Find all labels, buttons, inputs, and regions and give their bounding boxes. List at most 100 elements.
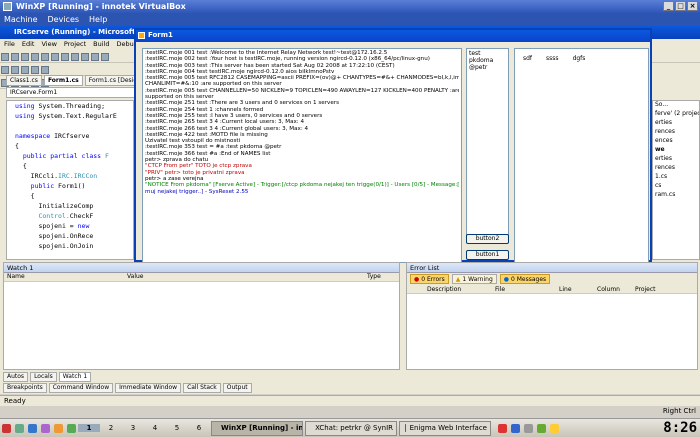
chat-log-textbox[interactable]: :testIRC.moje 001 test :Welcome to the I…	[142, 48, 462, 263]
cut-icon[interactable]	[41, 53, 49, 61]
task-enigma[interactable]: Enigma Web Interface	[399, 420, 491, 436]
solution-item[interactable]: cs	[653, 182, 699, 191]
solution-item[interactable]: ferve' (2 project	[653, 110, 699, 119]
err-col-column[interactable]: Column	[597, 286, 620, 293]
kde-menu-icon[interactable]	[2, 423, 11, 433]
button1[interactable]: button1	[466, 250, 509, 260]
close-button[interactable]: ×	[687, 1, 698, 11]
user-item[interactable]: @petr	[469, 64, 506, 71]
code-line: {	[15, 192, 35, 200]
copy-icon[interactable]	[51, 53, 59, 61]
list-item[interactable]: sdf	[523, 55, 532, 256]
solution-explorer[interactable]: So... ferve' (2 project erties rences en…	[652, 100, 700, 260]
browser-icon[interactable]	[28, 423, 37, 433]
tab-class1[interactable]: Class1.cs	[6, 75, 42, 86]
desktop-2[interactable]: 2	[100, 424, 122, 432]
vs-toolbar-right	[652, 51, 700, 63]
class-navigator[interactable]: IRCserve.Form1	[6, 87, 136, 98]
breakpoint-icon[interactable]	[41, 66, 49, 74]
vs-menu-edit[interactable]: Edit	[22, 40, 35, 50]
list-item[interactable]: dgfs	[573, 55, 586, 256]
watch-col-name[interactable]: Name	[4, 273, 124, 281]
pause-icon[interactable]	[101, 53, 109, 61]
minimize-button[interactable]: _	[663, 1, 674, 11]
menu-help[interactable]: Help	[89, 15, 107, 24]
save-icon[interactable]	[21, 53, 29, 61]
solution-item[interactable]: rences	[653, 128, 699, 137]
vs-menu-file[interactable]: File	[4, 40, 15, 50]
code-line: using System.Text.RegularE	[15, 112, 117, 120]
err-col-project[interactable]: Project	[635, 286, 656, 293]
open-icon[interactable]	[11, 53, 19, 61]
hex-icon[interactable]	[31, 66, 39, 74]
errors-filter-button[interactable]: ● 0 Errors	[410, 274, 449, 284]
file-list[interactable]: sdf ssss dgfs	[514, 48, 649, 263]
err-col-file[interactable]: File	[495, 286, 505, 293]
menu-devices[interactable]: Devices	[48, 15, 80, 24]
error-list-panel: Error List ● 0 Errors ▲ 1 Warning ● 0 Messa…	[406, 262, 698, 370]
button2[interactable]: button2	[466, 234, 509, 244]
solution-item[interactable]: So...	[653, 101, 699, 110]
tray-icon[interactable]	[498, 423, 507, 433]
clock[interactable]: 8:26	[663, 420, 697, 436]
tab-form1-cs[interactable]: Form1.cs	[43, 75, 83, 86]
code-line: {	[15, 142, 19, 150]
solution-item[interactable]: ram.cs	[653, 191, 699, 200]
firefox-icon[interactable]	[54, 423, 63, 433]
menu-machine[interactable]: Machine	[4, 15, 38, 24]
tab-locals[interactable]: Locals	[30, 372, 57, 382]
undo-icon[interactable]	[71, 53, 79, 61]
paste-icon[interactable]	[61, 53, 69, 61]
watch-col-value[interactable]: Value	[124, 273, 364, 281]
vs-menu-build[interactable]: Build	[93, 40, 109, 50]
solution-item[interactable]: we	[653, 146, 699, 155]
task-xchat[interactable]: XChat: petrkr @ SynIR	[305, 420, 397, 436]
tray-icon[interactable]	[511, 423, 520, 433]
watch-col-type[interactable]: Type	[364, 273, 399, 281]
step-into-icon[interactable]	[1, 66, 9, 74]
tray-icon[interactable]	[550, 423, 559, 433]
tab-autos[interactable]: Autos	[3, 372, 29, 382]
tab-breakpoints[interactable]: Breakpoints	[3, 383, 47, 393]
tab-command-window[interactable]: Command Window	[48, 383, 114, 393]
solution-item[interactable]: rences	[653, 164, 699, 173]
step-over-icon[interactable]	[11, 66, 19, 74]
code-editor[interactable]: using System.Threading; using System.Tex…	[6, 100, 134, 260]
tab-call-stack[interactable]: Call Stack	[183, 383, 221, 393]
step-out-icon[interactable]	[21, 66, 29, 74]
chat-icon[interactable]	[67, 423, 76, 433]
save-all-icon[interactable]	[31, 53, 39, 61]
desktop-1[interactable]: 1	[78, 424, 100, 432]
desktop-3[interactable]: 3	[122, 424, 144, 432]
solution-item[interactable]: 1.cs	[653, 173, 699, 182]
user-item[interactable]: pkdoma	[469, 57, 506, 64]
err-col-line[interactable]: Line	[559, 286, 572, 293]
desktop-5[interactable]: 5	[166, 424, 188, 432]
user-item[interactable]: test	[469, 50, 506, 57]
err-col-description[interactable]: Description	[427, 286, 461, 293]
maximize-button[interactable]: □	[675, 1, 686, 11]
messages-filter-button[interactable]: ● 0 Messages	[499, 274, 551, 284]
desktop-4[interactable]: 4	[144, 424, 166, 432]
play-icon[interactable]	[91, 53, 99, 61]
home-icon[interactable]	[15, 423, 24, 433]
list-item[interactable]: ssss	[546, 55, 559, 256]
tab-immediate-window[interactable]: Immediate Window	[115, 383, 182, 393]
vs-menu-view[interactable]: View	[41, 40, 56, 50]
tray-icon[interactable]	[537, 423, 546, 433]
document-tabs: Class1.cs Form1.cs Form1.cs [Design]	[6, 75, 148, 86]
desktop-6[interactable]: 6	[188, 424, 210, 432]
warnings-filter-button[interactable]: ▲ 1 Warning	[451, 274, 497, 284]
user-list[interactable]: test pkdoma @petr	[466, 48, 509, 238]
task-virtualbox[interactable]: WinXP [Running] - in	[211, 420, 303, 436]
vs-menu-project[interactable]: Project	[64, 40, 86, 50]
redo-icon[interactable]	[81, 53, 89, 61]
terminal-icon[interactable]	[41, 423, 50, 433]
tab-watch1[interactable]: Watch 1	[58, 372, 92, 382]
solution-item[interactable]: erties	[653, 155, 699, 164]
solution-item[interactable]: ences	[653, 137, 699, 146]
tab-output[interactable]: Output	[222, 383, 252, 393]
tray-icon[interactable]	[524, 423, 533, 433]
solution-item[interactable]: erties	[653, 119, 699, 128]
new-file-icon[interactable]	[1, 53, 9, 61]
